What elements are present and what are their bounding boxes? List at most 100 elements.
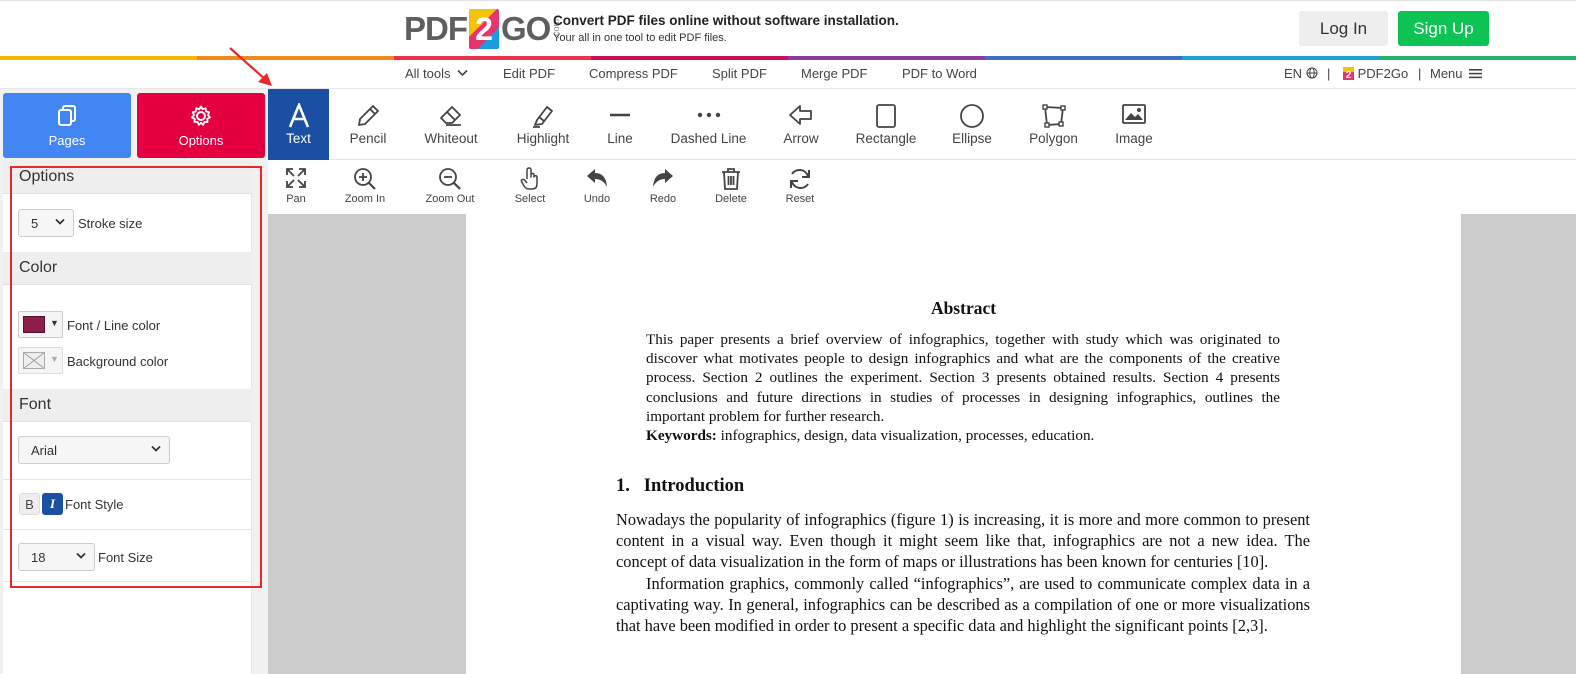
undo-label: Undo xyxy=(583,193,611,205)
select-tool[interactable]: Select xyxy=(510,160,550,214)
nav-edit-pdf[interactable]: Edit PDF xyxy=(503,66,555,82)
undo-icon xyxy=(587,169,607,187)
svg-text:2: 2 xyxy=(1346,70,1352,80)
polygon-icon xyxy=(1041,104,1066,128)
pdf2go-logo[interactable]: PDF 2 GO .com xyxy=(404,7,561,51)
menu-button[interactable]: Menu xyxy=(1430,66,1483,82)
chevron-down-icon xyxy=(457,69,468,77)
image-tool-label: Image xyxy=(1115,131,1153,146)
tagline: Convert PDF files online without softwar… xyxy=(553,12,899,46)
paragraph-1: Nowadays the popularity of infographics … xyxy=(616,510,1310,572)
pdf2go-mini-icon: 2 xyxy=(1343,67,1354,81)
zoom-in-button[interactable]: Zoom In xyxy=(340,160,390,214)
refresh-icon xyxy=(790,169,810,189)
zoom-out-button[interactable]: Zoom Out xyxy=(420,160,480,214)
gear-icon xyxy=(191,105,211,126)
pan-tool[interactable]: Pan xyxy=(278,160,314,214)
delete-button[interactable]: Delete xyxy=(710,160,752,214)
logo-text-right: GO xyxy=(501,10,551,47)
pencil-icon xyxy=(358,105,379,126)
pages-icon xyxy=(58,105,76,126)
select-tool-label: Select xyxy=(514,193,546,205)
reset-label: Reset xyxy=(785,193,815,205)
brand-link[interactable]: 2 PDF2Go xyxy=(1343,66,1408,82)
ellipse-icon xyxy=(960,104,984,128)
ellipse-tool-label: Ellipse xyxy=(952,131,992,146)
nav-separator: | xyxy=(1418,66,1422,81)
nav-all-tools-label: All tools xyxy=(405,66,451,81)
dashed-line-tool-label: Dashed Line xyxy=(670,131,747,146)
language-label: EN xyxy=(1284,66,1303,81)
options-tab-label: Options xyxy=(178,133,224,148)
view-toolbar: Pan Zoom In Zoom Out Select Undo Redo De… xyxy=(268,160,1576,214)
pdf-page[interactable]: Abstract This paper presents a brief ove… xyxy=(466,214,1461,674)
eraser-icon xyxy=(440,106,461,126)
rectangle-tool[interactable]: Rectangle xyxy=(851,89,921,160)
paragraph-2: Information graphics, commonly called “i… xyxy=(616,573,1310,636)
nav-separator: | xyxy=(1327,66,1331,81)
line-icon xyxy=(610,113,630,117)
nav-compress-pdf[interactable]: Compress PDF xyxy=(589,66,678,82)
abstract-body: This paper presents a brief overview of … xyxy=(646,331,1280,425)
nav-pdf-to-word[interactable]: PDF to Word xyxy=(902,66,977,82)
dashed-line-icon xyxy=(697,112,720,118)
signup-button[interactable]: Sign Up xyxy=(1398,11,1489,46)
zoom-in-label: Zoom In xyxy=(344,193,386,205)
polygon-tool-label: Polygon xyxy=(1029,131,1078,146)
whiteout-tool-label: Whiteout xyxy=(424,131,478,146)
highlight-tool[interactable]: Highlight xyxy=(510,89,576,160)
line-tool[interactable]: Line xyxy=(595,89,645,160)
nav-split-pdf[interactable]: Split PDF xyxy=(712,66,767,82)
tagline-sub: Your all in one tool to edit PDF files. xyxy=(553,32,727,44)
polygon-tool[interactable]: Polygon xyxy=(1025,89,1082,160)
text-tool-label: Text xyxy=(286,131,311,146)
pages-tab-button[interactable]: Pages xyxy=(3,93,131,158)
annotation-highlight-box xyxy=(10,166,262,588)
keywords-label: Keywords: xyxy=(646,427,717,445)
line-tool-label: Line xyxy=(607,131,633,146)
highlighter-icon xyxy=(533,106,553,128)
menu-label: Menu xyxy=(1430,66,1463,81)
hamburger-icon xyxy=(1469,69,1483,79)
undo-button[interactable]: Undo xyxy=(578,160,616,214)
nav-all-tools[interactable]: All tools xyxy=(405,66,468,82)
redo-button[interactable]: Redo xyxy=(646,160,680,214)
keywords-text: infographics, design, data visualization… xyxy=(716,427,1095,445)
hand-pointer-icon xyxy=(520,167,538,190)
zoom-out-icon xyxy=(439,168,461,190)
logo-text-left: PDF xyxy=(404,10,468,47)
text-a-icon xyxy=(288,103,309,128)
ellipse-tool[interactable]: Ellipse xyxy=(946,89,998,160)
rectangle-icon xyxy=(876,104,896,128)
arrow-tool[interactable]: Arrow xyxy=(774,89,828,160)
globe-icon xyxy=(1306,67,1318,79)
reset-button[interactable]: Reset xyxy=(780,160,820,214)
annotation-arrow-icon xyxy=(229,47,272,86)
zoom-out-label: Zoom Out xyxy=(425,193,475,205)
redo-label: Redo xyxy=(649,193,677,205)
abstract-title: Abstract xyxy=(930,298,997,318)
highlight-tool-label: Highlight xyxy=(516,131,570,146)
dashed-line-tool[interactable]: Dashed Line xyxy=(666,89,751,160)
text-tool[interactable]: Text xyxy=(268,89,329,160)
redo-icon xyxy=(653,169,673,187)
body-text: Nowadays the popularity of infographics … xyxy=(616,509,1310,636)
pan-tool-label: Pan xyxy=(286,193,306,205)
pencil-tool-label: Pencil xyxy=(349,131,387,146)
pencil-tool[interactable]: Pencil xyxy=(338,89,398,160)
whiteout-tool[interactable]: Whiteout xyxy=(416,89,486,160)
brand-link-label: PDF2Go xyxy=(1357,66,1409,81)
login-button[interactable]: Log In xyxy=(1299,11,1388,46)
section-heading: 1. Introduction xyxy=(616,476,745,496)
language-selector[interactable]: EN xyxy=(1284,66,1318,82)
nav-merge-pdf[interactable]: Merge PDF xyxy=(801,66,867,82)
abstract-text: This paper presents a brief overview of … xyxy=(646,330,1280,445)
arrow-tool-label: Arrow xyxy=(783,131,819,146)
pdf-workspace[interactable]: Abstract This paper presents a brief ove… xyxy=(268,214,1576,674)
delete-label: Delete xyxy=(715,193,747,205)
rectangle-tool-label: Rectangle xyxy=(855,131,917,146)
pages-tab-label: Pages xyxy=(48,133,86,148)
options-tab-button[interactable]: Options xyxy=(137,93,265,158)
image-icon xyxy=(1122,104,1146,124)
image-tool[interactable]: Image xyxy=(1109,89,1159,160)
